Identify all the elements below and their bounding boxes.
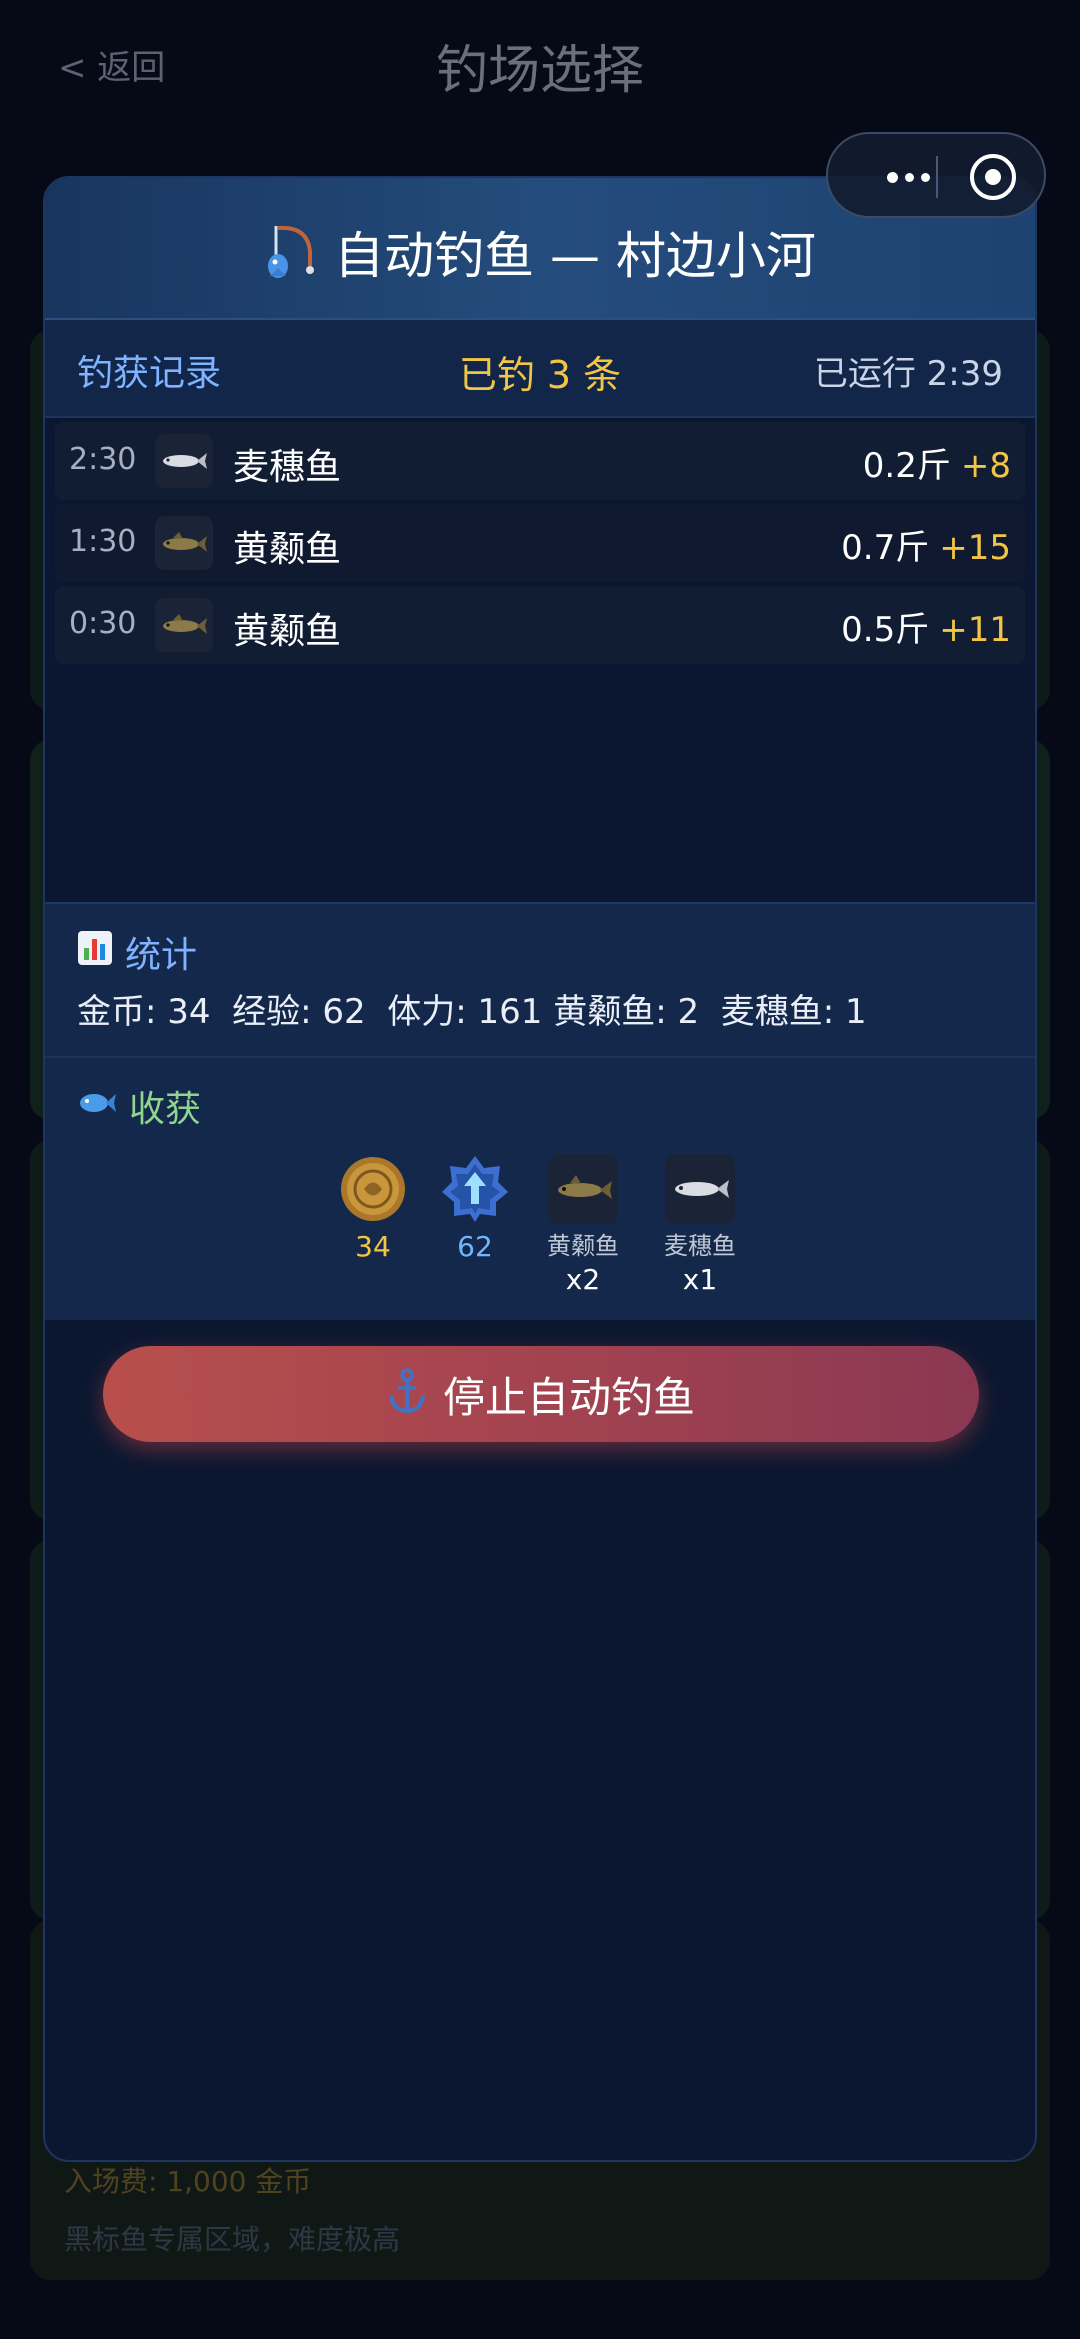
harvest-fish-qty: x2 [565,1263,601,1296]
harvest-fish-name: 黄颡鱼 [547,1232,619,1260]
harvest-item-silver-fish: 麦穗鱼 x1 [640,1154,760,1296]
yellow-catfish-icon [155,516,213,570]
stop-auto-fishing-button[interactable]: 停止自动钓鱼 [103,1346,979,1442]
capsule-menu [826,132,1046,218]
fish-weight: 0.7斤 [841,528,930,568]
harvest-item-yellow-catfish: 黄颡鱼 x2 [523,1154,643,1296]
fishing-rod-icon [264,222,318,282]
exp-value: 62 [457,1230,493,1263]
silver-fish-icon [155,434,213,488]
harvest-title: 收获 [129,1089,202,1130]
stop-button-label: 停止自动钓鱼 [442,1372,695,1422]
harvest-item-exp: 62 [415,1154,535,1263]
yellow-catfish-icon [548,1154,618,1224]
more-dots-icon[interactable] [858,154,958,200]
silver-fish-icon [665,1154,735,1224]
bar-chart-icon [77,930,113,975]
entry-fee-text: 入场费: 1,000 金币 [64,2165,312,2198]
list-item: 2:30 麦穗鱼 0.2斤 +8 [55,422,1025,500]
gold-coin-icon [338,1154,408,1224]
coin-bonus: +15 [939,528,1011,568]
capsule-divider [936,156,938,198]
harvest-section: 收获 34 62 黄颡鱼 x2 麦穗鱼 x1 [45,1058,1035,1320]
runtime-text: 已运行 2:39 [813,354,1003,394]
top-nav: < 返回 钓场选择 [0,0,1080,130]
fish-name: 黄颡鱼 [233,611,342,652]
list-item: 1:30 黄颡鱼 0.7斤 +15 [55,504,1025,582]
record-bar: 钓获记录 已钓 3 条 已运行 2:39 [45,320,1035,418]
area-description: 黑标鱼专属区域，难度极高 [64,2223,401,2256]
fish-name: 黄颡鱼 [233,529,342,570]
harvest-fish-name: 麦穗鱼 [664,1232,736,1260]
record-time: 2:30 [69,442,137,477]
stats-section: 统计 金币: 34 经验: 62 体力: 161 黄颡鱼: 2 麦穗鱼: 1 [45,902,1035,1058]
stats-title: 统计 [125,935,198,976]
anchor-icon [387,1368,427,1420]
page-title: 钓场选择 [435,41,644,101]
coin-bonus: +11 [939,610,1011,650]
exp-badge-icon [440,1154,510,1224]
fish-icon [77,1086,117,1127]
catch-record-list: 2:30 麦穗鱼 0.2斤 +8 1:30 黄颡鱼 0.7斤 +15 0:30 黄颡… [55,422,1025,668]
record-time: 1:30 [69,524,137,559]
fish-weight: 0.5斤 [841,610,930,650]
record-time: 0:30 [69,606,137,641]
yellow-catfish-icon [155,598,213,652]
auto-fishing-modal: 自动钓鱼 — 村边小河 钓获记录 已钓 3 条 已运行 2:39 2:30 麦穗… [43,176,1037,2162]
list-item: 0:30 黄颡鱼 0.5斤 +11 [55,586,1025,664]
modal-title: 自动钓鱼 — 村边小河 [334,227,816,285]
fish-name: 麦穗鱼 [233,447,342,488]
harvest-fish-qty: x1 [682,1263,718,1296]
stats-summary: 金币: 34 经验: 62 体力: 161 黄颡鱼: 2 麦穗鱼: 1 [77,992,867,1032]
coin-bonus: +8 [960,446,1011,486]
target-close-icon[interactable] [970,154,1016,200]
fish-weight: 0.2斤 [862,446,951,486]
